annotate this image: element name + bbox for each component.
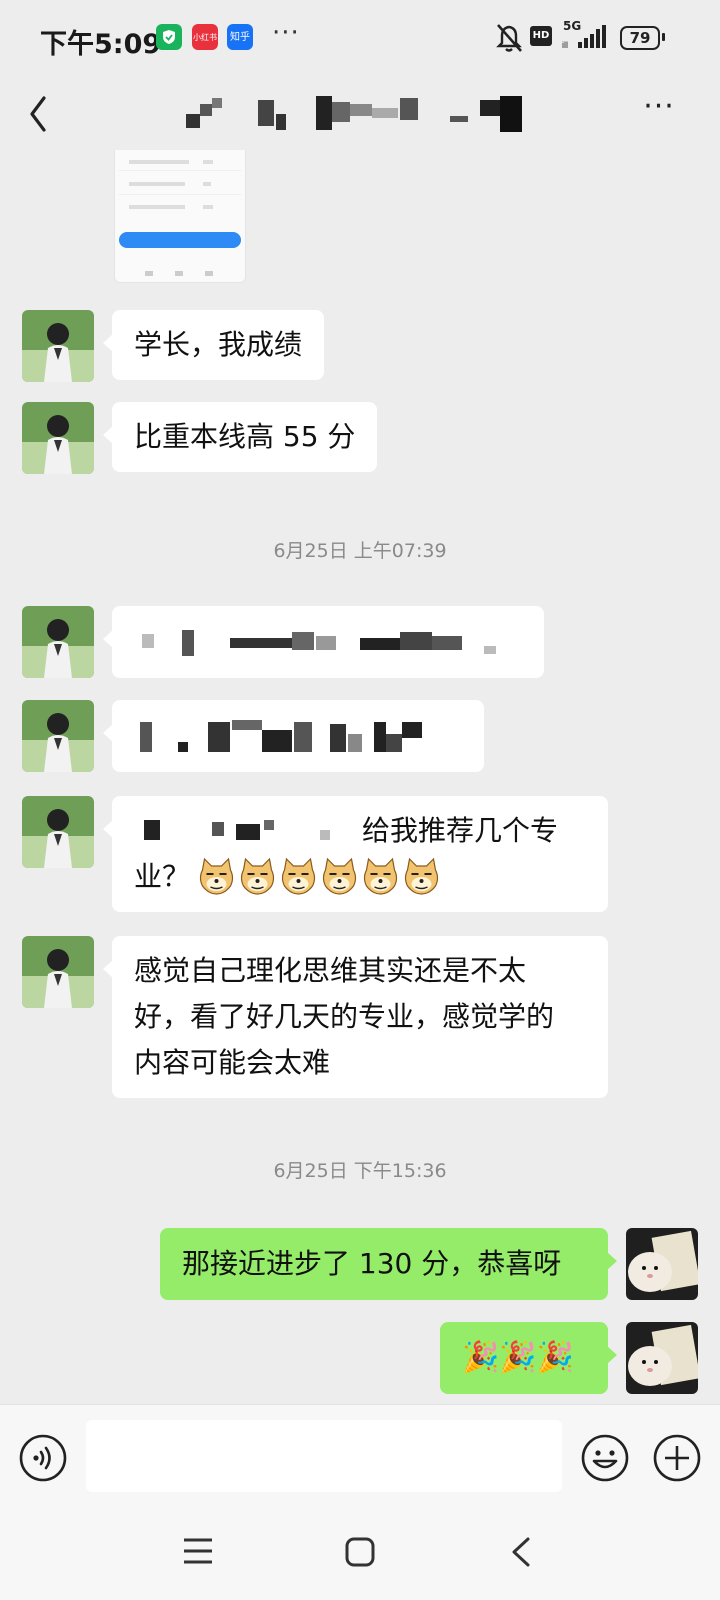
image-message-thumbnail[interactable] <box>114 150 246 283</box>
menu-icon[interactable] <box>182 1536 214 1566</box>
chat-title <box>180 92 540 136</box>
message-text-line: 好，看了好几天的专业，感觉学的 <box>134 1000 555 1033</box>
plus-icon[interactable] <box>652 1433 702 1483</box>
message-text: 那接近进步了 130 分，恭喜呀 <box>182 1247 562 1280</box>
chat-bubble-sent-emoji[interactable]: 🎉🎉🎉 <box>440 1322 617 1394</box>
signal-icon: ill <box>562 25 606 50</box>
hd-icon: HD <box>530 26 552 46</box>
message-text-line: 内容可能会太难 <box>134 1046 331 1079</box>
message-text-line: 感觉自己理化思维其实还是不太 <box>134 954 527 987</box>
contact-avatar[interactable] <box>22 310 94 382</box>
my-avatar[interactable] <box>626 1322 698 1394</box>
message-text: 比重本线高 55 分 <box>134 420 356 453</box>
bell-muted-icon <box>496 24 522 52</box>
message-text-line: 业？ <box>134 860 191 893</box>
doge-emoji-icon <box>199 857 234 895</box>
back-nav-icon[interactable] <box>508 1536 534 1568</box>
chat-bubble-sent[interactable]: 那接近进步了 130 分，恭喜呀 <box>160 1228 617 1300</box>
chat-bubble-received[interactable]: 给我推荐几个专 业？ <box>103 796 608 912</box>
xiaohongshu-app-icon: 小红书 <box>192 24 218 50</box>
chat-bubble-received-redacted[interactable] <box>103 606 544 678</box>
chat-header: ··· <box>0 78 720 150</box>
my-avatar[interactable] <box>626 1228 698 1300</box>
contact-avatar[interactable] <box>22 796 94 868</box>
chat-bubble-received[interactable]: 感觉自己理化思维其实还是不太 好，看了好几天的专业，感觉学的 内容可能会太难 <box>103 936 608 1098</box>
chat-bubble-received[interactable]: 学长，我成绩 <box>102 310 325 380</box>
shield-app-icon <box>156 24 182 50</box>
doge-emoji-row <box>196 856 442 902</box>
zhihu-app-icon: 知乎 <box>227 24 253 50</box>
status-bar: 下午5:09 小红书 知乎 ··· HD 5G ill 79 <box>0 0 720 78</box>
message-timestamp: 6月25日 下午15:36 <box>273 1160 447 1182</box>
chat-bubble-received[interactable]: 比重本线高 55 分 <box>102 402 378 472</box>
battery-level: 79 <box>629 29 651 47</box>
xiaohongshu-label: 小红书 <box>193 32 217 42</box>
message-input[interactable] <box>86 1420 562 1492</box>
contact-avatar[interactable] <box>22 606 94 678</box>
party-popper-emoji: 🎉🎉🎉 <box>462 1340 575 1375</box>
back-arrow-icon[interactable] <box>26 88 72 140</box>
contact-avatar[interactable] <box>22 936 94 1008</box>
voice-icon[interactable] <box>18 1433 68 1483</box>
battery-tip <box>662 33 665 41</box>
doge-emoji-icon <box>322 857 357 895</box>
battery-icon: 79 <box>620 26 660 50</box>
more-notifications-icon: ··· <box>272 18 300 48</box>
smiley-icon[interactable] <box>580 1433 630 1483</box>
doge-emoji-icon <box>240 857 275 895</box>
contact-avatar[interactable] <box>22 402 94 474</box>
status-time: 下午5:09 <box>40 29 162 60</box>
message-timestamp: 6月25日 上午07:39 <box>273 540 447 562</box>
more-options-icon[interactable]: ··· <box>634 92 684 132</box>
contact-avatar[interactable] <box>22 700 94 772</box>
message-text-line: 给我推荐几个专 <box>362 814 559 847</box>
svg-text:ill: ill <box>562 40 568 50</box>
doge-emoji-icon <box>404 857 439 895</box>
home-icon[interactable] <box>344 1536 376 1568</box>
doge-emoji-icon <box>363 857 398 895</box>
system-nav-bar <box>0 1508 720 1600</box>
chat-bubble-received-redacted[interactable] <box>103 700 484 772</box>
doge-emoji-icon <box>281 857 316 895</box>
chat-input-bar <box>0 1404 720 1509</box>
zhihu-label: 知乎 <box>230 31 250 43</box>
message-text: 学长，我成绩 <box>134 328 303 361</box>
